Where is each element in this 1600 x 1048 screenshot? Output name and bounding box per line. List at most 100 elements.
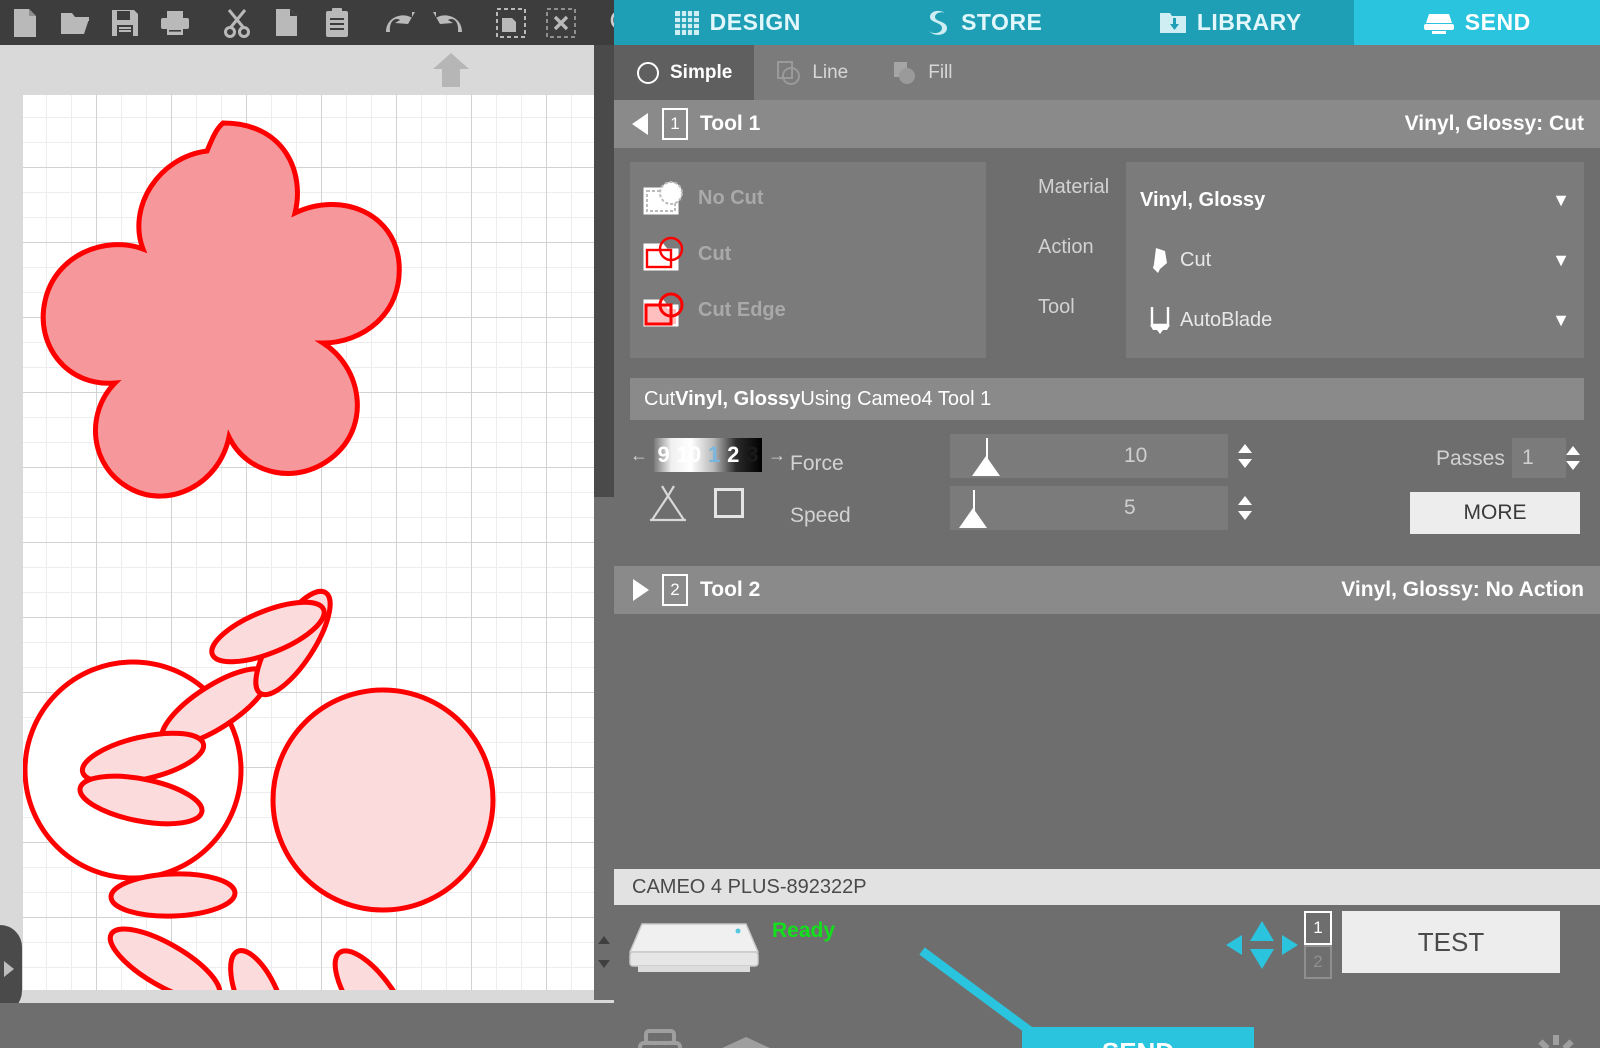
cut-mode-no-cut-label: No Cut (698, 186, 764, 209)
tool2-status: Vinyl, Glossy: No Action (1341, 578, 1584, 601)
cut-mode-no-cut[interactable]: No Cut (630, 170, 986, 226)
triangle-up-icon[interactable] (1238, 444, 1252, 453)
chevron-down-icon: ▼ (1552, 249, 1570, 270)
main-tab-bar: DESIGN STORE LIBRARY SEND (614, 0, 1600, 45)
triangle-left-icon[interactable] (630, 112, 650, 136)
send-footer: 2 SEND (614, 947, 1600, 1048)
up-arrow-icon[interactable] (429, 51, 473, 89)
tab-send[interactable]: SEND (1353, 0, 1600, 45)
print-document-button[interactable] (150, 0, 200, 45)
cut-parameters: ← 9 10 1 2 3 → Force Speed 10 5 Passes 1… (630, 424, 1584, 558)
scroll-up-button[interactable] (594, 928, 614, 952)
tab-line[interactable]: Line (754, 45, 870, 100)
triangle-up-icon[interactable] (1238, 496, 1252, 505)
passes-stepper[interactable] (1566, 436, 1580, 480)
speed-value[interactable]: 5 (1112, 486, 1228, 530)
flower-shape[interactable] (40, 120, 402, 499)
tab-simple[interactable]: Simple (614, 45, 755, 100)
blade-number-dial[interactable]: 9 10 1 2 3 (654, 438, 762, 472)
select-all-button[interactable] (486, 0, 536, 45)
redo-button[interactable] (424, 0, 474, 45)
left-panel-expand-handle[interactable] (0, 925, 22, 1013)
open-document-button[interactable] (50, 0, 100, 45)
tool2-header[interactable]: 2 Tool 2 Vinyl, Glossy: No Action (614, 566, 1600, 614)
device-name: CAMEO 4 PLUS-892322P (632, 875, 867, 898)
tab-store[interactable]: STORE (860, 0, 1107, 45)
passes-value[interactable]: 1 (1512, 438, 1566, 478)
cut-edge-icon (643, 292, 684, 327)
tab-store-label: STORE (961, 9, 1043, 35)
tool-selector-2[interactable]: 2 (1304, 945, 1332, 979)
design-canvas-column (0, 0, 686, 1048)
triangle-down-icon[interactable] (1238, 459, 1252, 468)
triangle-down-icon[interactable] (1566, 461, 1580, 470)
cut-summary-suffix: Using Cameo4 Tool 1 (800, 387, 992, 410)
cut-button[interactable] (212, 0, 262, 45)
tool-value: AutoBlade (1180, 308, 1273, 331)
scroll-down-button[interactable] (594, 952, 614, 976)
triangle-up-icon (598, 936, 610, 944)
send-button[interactable]: SEND (1022, 1027, 1254, 1048)
speed-stepper[interactable] (1228, 486, 1262, 530)
design-shapes[interactable] (23, 95, 594, 990)
petal-group[interactable] (76, 581, 496, 990)
open-folder-icon (61, 12, 89, 34)
action-select[interactable]: Cut ▼ (1126, 230, 1584, 290)
passes-control: Passes 1 MORE (1262, 434, 1584, 542)
select-all-icon (496, 7, 526, 38)
paste-button[interactable] (312, 0, 362, 45)
cut-mode-cut[interactable]: Cut (630, 226, 986, 282)
canvas-vertical-scrollbar[interactable] (594, 45, 614, 1000)
redo-arrow-icon (433, 11, 462, 32)
tool2-number: 2 (662, 574, 688, 606)
print-bleed-button[interactable]: 2 (632, 1029, 692, 1048)
triangle-up-icon[interactable] (1566, 446, 1580, 455)
copy-button[interactable] (262, 0, 312, 45)
tab-library-label: LIBRARY (1196, 9, 1302, 35)
save-document-button[interactable] (100, 0, 150, 45)
tool-selector[interactable]: 1 2 (1304, 911, 1332, 979)
silhouette-studio-window: DESIGN STORE LIBRARY SEND Simple Line Fi… (0, 0, 1600, 1048)
deselect-all-button[interactable] (536, 0, 586, 45)
cut-mode-cut-edge[interactable]: Cut Edge (630, 282, 986, 338)
force-slider[interactable] (950, 434, 1112, 478)
blade-gauge-icon[interactable] (644, 482, 692, 524)
directional-pad[interactable] (1224, 919, 1300, 971)
blade-increase-arrow[interactable]: → (768, 445, 786, 466)
tab-library[interactable]: LIBRARY (1107, 0, 1354, 45)
tool1-header[interactable]: 1 Tool 1 Vinyl, Glossy: Cut (614, 100, 1600, 148)
chevron-down-icon: ▼ (1552, 309, 1570, 330)
device-name-bar[interactable]: CAMEO 4 PLUS-892322P (614, 869, 1600, 905)
test-button[interactable]: TEST (1342, 911, 1560, 973)
blade-decrease-arrow[interactable]: ← (630, 445, 648, 466)
new-document-button[interactable] (0, 0, 50, 45)
tab-design[interactable]: DESIGN (614, 0, 861, 45)
fill-shapes-icon (894, 61, 916, 84)
cut-icon (643, 236, 684, 271)
passes-label: Passes (1436, 446, 1505, 470)
blade-option-checkbox[interactable] (714, 488, 744, 518)
directional-pad-icon[interactable] (1224, 919, 1300, 971)
force-value[interactable]: 10 (1112, 434, 1228, 478)
cutting-mat-page[interactable] (23, 95, 594, 990)
force-stepper[interactable] (1228, 434, 1262, 478)
undo-button[interactable] (374, 0, 424, 45)
canvas-area[interactable] (0, 45, 614, 1048)
triangle-down-icon[interactable] (1238, 511, 1252, 520)
more-button[interactable]: MORE (1410, 492, 1580, 534)
tool-selector-1[interactable]: 1 (1304, 911, 1332, 945)
tool-select[interactable]: AutoBlade ▼ (1126, 290, 1584, 350)
material-select[interactable]: Vinyl, Glossy ▼ (1126, 170, 1584, 230)
deselect-all-icon (546, 7, 576, 38)
gear-icon[interactable] (1534, 1035, 1578, 1048)
cutting-machine-icon (628, 923, 760, 972)
graduation-cap-icon[interactable] (718, 1033, 774, 1048)
cut-mode-list: No Cut Cut Cut Edge (630, 162, 986, 358)
vertical-scroll-thumb[interactable] (594, 45, 614, 497)
blade-num-2: 1 (707, 442, 721, 467)
speed-slider[interactable] (950, 486, 1112, 530)
tool1-label: Tool 1 (700, 112, 761, 135)
tab-fill[interactable]: Fill (870, 45, 974, 100)
triangle-right-icon[interactable] (630, 578, 650, 602)
force-speed-labels: Force Speed (790, 434, 950, 542)
